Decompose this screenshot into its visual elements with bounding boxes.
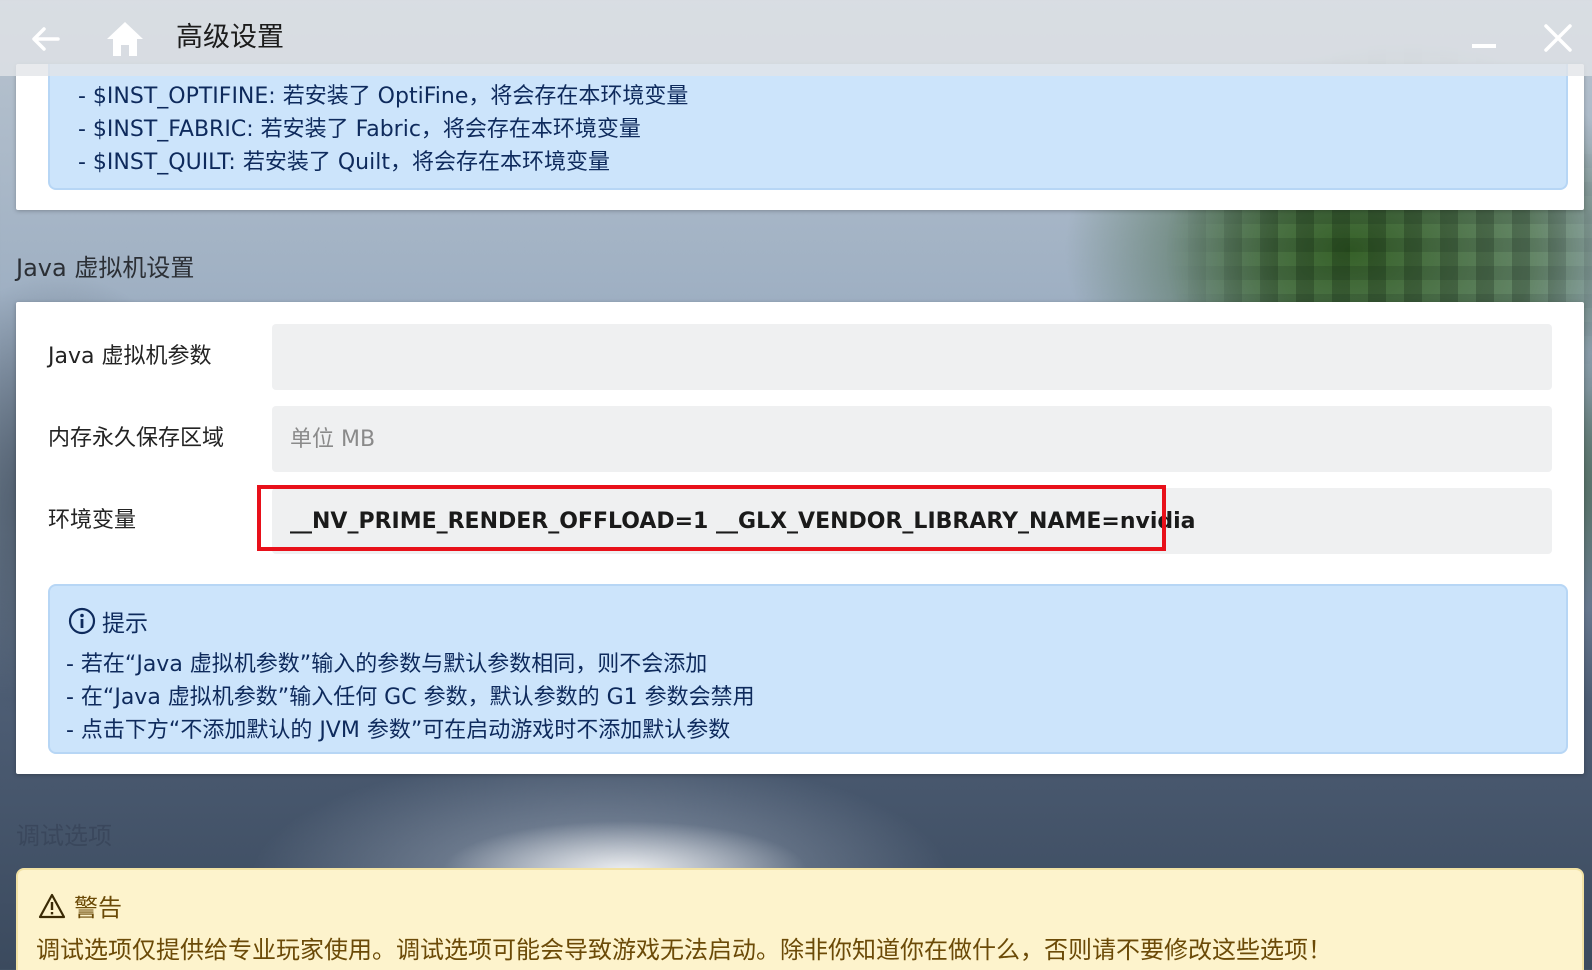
env-info-box: - $INST_OPTIFINE: 若安装了 OptiFine，将会存在本环境变… <box>48 64 1568 190</box>
jvm-args-label: Java 虚拟机参数 <box>48 344 212 369</box>
hint-box: 提示 - 若在“Java 虚拟机参数”输入的参数与默认参数相同，则不会添加 - … <box>48 584 1568 754</box>
title-bar: 高级设置 <box>0 0 1592 76</box>
back-button[interactable] <box>26 19 66 59</box>
env-info-card: - $INST_OPTIFINE: 若安装了 OptiFine，将会存在本环境变… <box>16 64 1584 210</box>
home-icon <box>107 22 143 56</box>
hint-line: - 在“Java 虚拟机参数”输入任何 GC 参数，默认参数的 G1 参数会禁用 <box>66 685 755 710</box>
minimize-button[interactable] <box>1466 22 1502 58</box>
warning-icon <box>38 893 66 918</box>
hint-title: 提示 <box>102 611 148 637</box>
hint-line: - 若在“Java 虚拟机参数”输入的参数与默认参数相同，则不会添加 <box>66 652 708 677</box>
debug-warning-box: 警告 调试选项仅提供给专业玩家使用。调试选项可能会导致游戏无法启动。除非你知道你… <box>16 868 1584 970</box>
env-info-line: - $INST_OPTIFINE: 若安装了 OptiFine，将会存在本环境变… <box>78 84 689 109</box>
env-vars-label: 环境变量 <box>48 508 137 533</box>
warning-title: 警告 <box>74 894 122 922</box>
env-info-line: - $INST_FABRIC: 若安装了 Fabric，将会存在本环境变量 <box>78 117 641 142</box>
home-button[interactable] <box>102 16 148 62</box>
jvm-settings-card: Java 虚拟机参数 内存永久保存区域 环境变量 提示 - 若在“Java 虚拟… <box>16 302 1584 774</box>
permgen-label: 内存永久保存区域 <box>48 426 225 451</box>
jvm-args-input[interactable] <box>272 324 1552 390</box>
env-vars-input[interactable] <box>272 488 1552 554</box>
page-title: 高级设置 <box>176 22 284 53</box>
close-icon <box>1544 24 1572 52</box>
arrow-left-icon <box>32 27 60 51</box>
hint-header: 提示 <box>68 604 148 638</box>
permgen-input[interactable] <box>272 406 1552 472</box>
hint-line: - 点击下方“不添加默认的 JVM 参数”可在启动游戏时不添加默认参数 <box>66 718 731 743</box>
warning-text: 调试选项仅提供给专业玩家使用。调试选项可能会导致游戏无法启动。除非你知道你在做什… <box>36 936 1332 964</box>
close-button[interactable] <box>1538 18 1578 58</box>
env-info-line: - $INST_QUILT: 若安装了 Quilt，将会存在本环境变量 <box>78 150 610 175</box>
jvm-section-title: Java 虚拟机设置 <box>16 254 195 282</box>
debug-section-title: 调试选项 <box>16 822 112 850</box>
info-icon <box>68 607 96 635</box>
warning-header: 警告 <box>38 888 122 923</box>
